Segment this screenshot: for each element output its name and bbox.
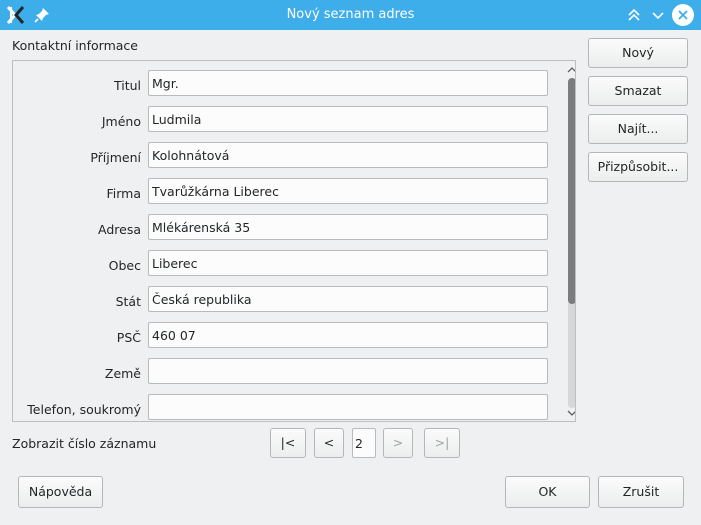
field-label: Příjmení <box>90 150 141 165</box>
record-number-label: Zobrazit číslo záznamu <box>12 436 157 451</box>
field-label: Telefon, soukromý <box>27 402 141 417</box>
contact-form: Titul Jméno Příjmení Firma Adresa Obec S… <box>12 60 576 422</box>
minimize-icon[interactable] <box>648 5 668 25</box>
cancel-button[interactable]: Zrušit <box>598 476 684 508</box>
delete-button[interactable]: Smazat <box>588 76 688 106</box>
first-name-field[interactable] <box>148 106 548 132</box>
field-label: Adresa <box>98 222 141 237</box>
city-field[interactable] <box>148 250 548 276</box>
last-record-button[interactable]: >| <box>424 428 460 458</box>
address-field[interactable] <box>148 214 548 240</box>
title-field[interactable] <box>148 70 548 96</box>
new-button[interactable]: Nový <box>588 38 688 68</box>
field-label: Obec <box>108 258 141 273</box>
field-row-last-name: Příjmení <box>13 142 575 170</box>
field-label: PSČ <box>116 330 141 345</box>
close-icon[interactable] <box>672 4 694 26</box>
field-label: Firma <box>106 186 141 201</box>
field-row-title: Titul <box>13 70 575 98</box>
field-row-company: Firma <box>13 178 575 206</box>
field-label: Titul <box>113 78 141 93</box>
previous-record-button[interactable]: < <box>314 428 344 458</box>
help-button[interactable]: Nápověda <box>18 476 103 508</box>
company-field[interactable] <box>148 178 548 204</box>
record-number-input[interactable] <box>352 428 376 458</box>
window-title: Nový seznam adres <box>286 7 415 22</box>
field-row-first-name: Jméno <box>13 106 575 134</box>
keep-above-icon[interactable] <box>624 5 644 25</box>
field-row-city: Obec <box>13 250 575 278</box>
section-label: Kontaktní informace <box>12 38 138 53</box>
next-record-button[interactable]: > <box>383 428 413 458</box>
field-row-country: Země <box>13 358 575 386</box>
scroll-track[interactable] <box>568 78 575 408</box>
zip-field[interactable] <box>148 322 548 348</box>
ok-button[interactable]: OK <box>505 476 590 508</box>
find-button[interactable]: Najít... <box>588 114 688 144</box>
field-label: Jméno <box>101 114 141 129</box>
title-bar[interactable]: Nový seznam adres <box>0 0 701 30</box>
vertical-scrollbar[interactable] <box>565 65 575 421</box>
field-label: Stát <box>115 294 141 309</box>
dialog-window: Nový seznam adres Kontaktní informace Ti… <box>0 0 701 525</box>
country-field[interactable] <box>148 358 548 384</box>
first-record-button[interactable]: |< <box>270 428 306 458</box>
field-row-zip: PSČ <box>13 322 575 350</box>
scroll-thumb[interactable] <box>568 78 575 304</box>
field-row-home-phone: Telefon, soukromý <box>13 394 575 421</box>
chevron-down-icon[interactable] <box>565 408 575 420</box>
state-field[interactable] <box>148 286 548 312</box>
last-name-field[interactable] <box>148 142 548 168</box>
chevron-up-icon[interactable] <box>565 65 575 77</box>
field-row-state: Stát <box>13 286 575 314</box>
field-row-address: Adresa <box>13 214 575 242</box>
home-phone-field[interactable] <box>148 394 548 420</box>
customize-button[interactable]: Přizpůsobit... <box>588 152 688 182</box>
field-label: Země <box>104 366 141 381</box>
